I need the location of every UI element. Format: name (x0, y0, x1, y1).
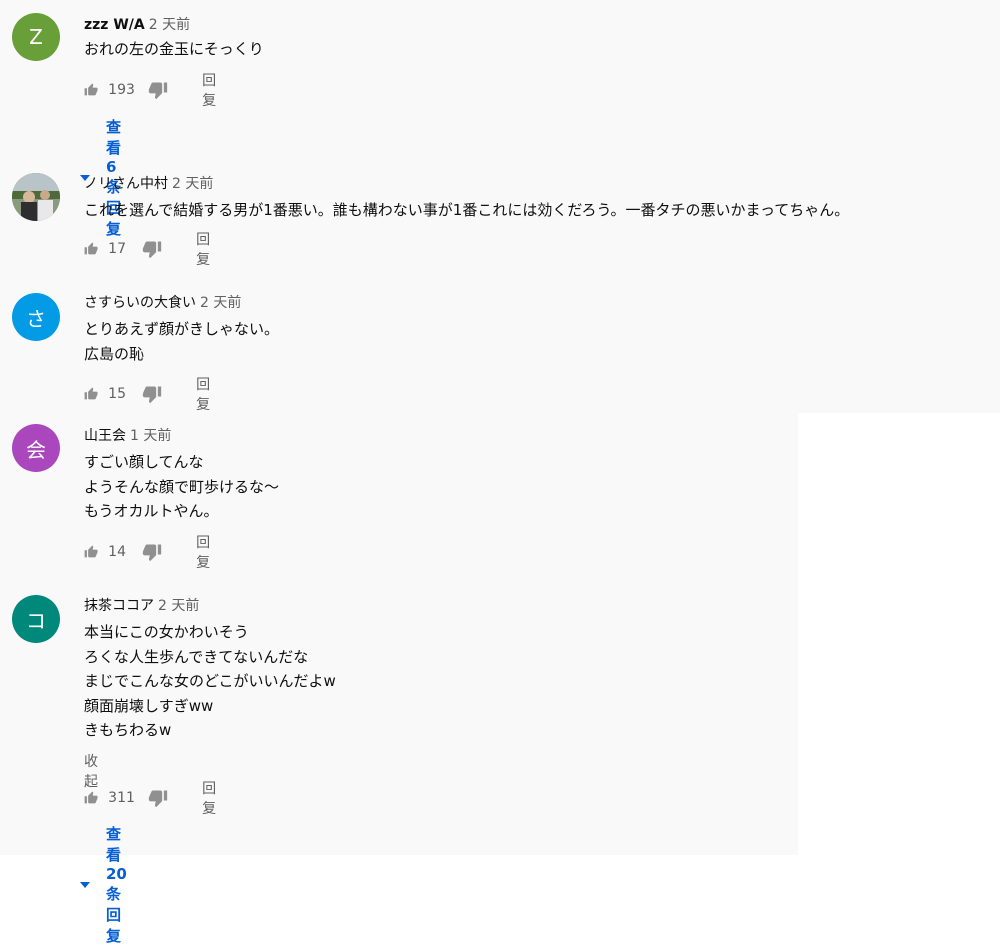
timestamp[interactable]: 2 天前 (172, 176, 213, 192)
comment-text: これを選んで結婚する男が1番悪い。誰も構わない事が1番これには効くだろう。一番タ… (84, 198, 849, 223)
avatar-letter: 会 (26, 437, 46, 462)
avatar-letter: Z (29, 25, 43, 49)
timestamp[interactable]: 2 天前 (200, 295, 241, 311)
avatar-letter: コ (26, 608, 46, 633)
comment-line: まじでこんな女のどこがいいんだよw (84, 672, 336, 690)
like-count: 193 (108, 82, 135, 98)
avatar[interactable]: Z (12, 13, 60, 61)
avatar[interactable] (12, 173, 60, 221)
avatar-photo-icon (12, 173, 60, 221)
comment-text: おれの左の金玉にそっくり (84, 37, 264, 62)
timestamp[interactable]: 2 天前 (158, 598, 199, 614)
comment-header: zzz W/A 2 天前 (84, 14, 190, 34)
comment-header: ノリさん中村 2 天前 (84, 173, 213, 193)
comment-line: とりあえず顔がきしゃない。 (84, 320, 280, 338)
avatar[interactable]: コ (12, 595, 60, 643)
thumbs-up-icon[interactable] (84, 788, 98, 808)
reply-button[interactable]: 回复 (202, 778, 222, 818)
view-replies-label: 查看 20 条回复 (106, 825, 127, 945)
comment-line: もうオカルトやん。 (84, 502, 219, 520)
comment-header: さすらいの大食い 2 天前 (84, 292, 241, 312)
collapse-button[interactable]: 收起 (84, 751, 98, 791)
like-count: 17 (108, 241, 126, 257)
thumbs-down-icon[interactable] (148, 788, 168, 808)
reply-button[interactable]: 回复 (202, 70, 222, 110)
thumbs-down-icon[interactable] (142, 542, 162, 562)
reply-button[interactable]: 回复 (196, 374, 216, 414)
like-count: 311 (108, 790, 135, 806)
like-count: 15 (108, 386, 126, 402)
comment-text: すごい顔してんな ようそんな顔で町歩けるな〜 もうオカルトやん。 (84, 450, 279, 524)
comment-actions: 311 回复 (84, 781, 222, 817)
reply-button[interactable]: 回复 (196, 532, 216, 572)
thumbs-up-icon[interactable] (84, 239, 98, 259)
thumbs-up-icon[interactable] (84, 384, 98, 404)
author-name[interactable]: 山王会 (84, 428, 126, 444)
timestamp[interactable]: 1 天前 (130, 428, 171, 444)
view-replies-button[interactable]: 查看 20 条回复 (80, 823, 127, 946)
thumbs-up-icon[interactable] (84, 542, 98, 562)
comment-line: きもちわるw (84, 721, 172, 739)
comment-actions: 193 回复 (84, 73, 222, 109)
comment-text: とりあえず顔がきしゃない。 広島の恥 (84, 317, 279, 366)
comment-actions: 15 回复 (84, 377, 216, 413)
author-name[interactable]: 抹茶ココア (84, 598, 154, 614)
like-count: 14 (108, 544, 126, 560)
comment-text: 本当にこの女かわいそう ろくな人生歩んできてないんだな まじでこんな女のどこがい… (84, 620, 336, 743)
comment-line: ようそんな顔で町歩けるな〜 (84, 477, 280, 496)
comment-header: 抹茶ココア 2 天前 (84, 595, 199, 615)
comment-line: 本当にこの女かわいそう (84, 623, 249, 641)
comment-line: 広島の恥 (84, 344, 145, 363)
thumbs-up-icon[interactable] (84, 80, 98, 100)
avatar-letter: さ (26, 306, 46, 331)
comment-actions: 17 回复 (84, 232, 216, 268)
timestamp[interactable]: 2 天前 (149, 17, 190, 33)
thumbs-down-icon[interactable] (142, 384, 162, 404)
comment-actions: 14 回复 (84, 535, 216, 571)
author-name[interactable]: zzz W/A (84, 17, 145, 33)
thumbs-down-icon[interactable] (148, 80, 168, 100)
comment-line: 顔面崩壊しすぎww (84, 696, 214, 715)
comment-line: これを選んで結婚する男が1番悪い。誰も構わない事が1番これには効くだろう。一番タ… (84, 201, 850, 219)
thumbs-down-icon[interactable] (142, 239, 162, 259)
caret-down-icon (80, 881, 90, 888)
reply-button[interactable]: 回复 (196, 229, 216, 269)
comment-line: おれの左の金玉にそっくり (84, 40, 264, 58)
comment-line: すごい顔してんな (84, 453, 204, 471)
comment-line: ろくな人生歩んできてないんだな (84, 647, 309, 666)
avatar[interactable]: 会 (12, 424, 60, 472)
author-name[interactable]: ノリさん中村 (84, 176, 168, 192)
author-name[interactable]: さすらいの大食い (84, 295, 196, 311)
avatar[interactable]: さ (12, 293, 60, 341)
comment-header: 山王会 1 天前 (84, 425, 171, 445)
